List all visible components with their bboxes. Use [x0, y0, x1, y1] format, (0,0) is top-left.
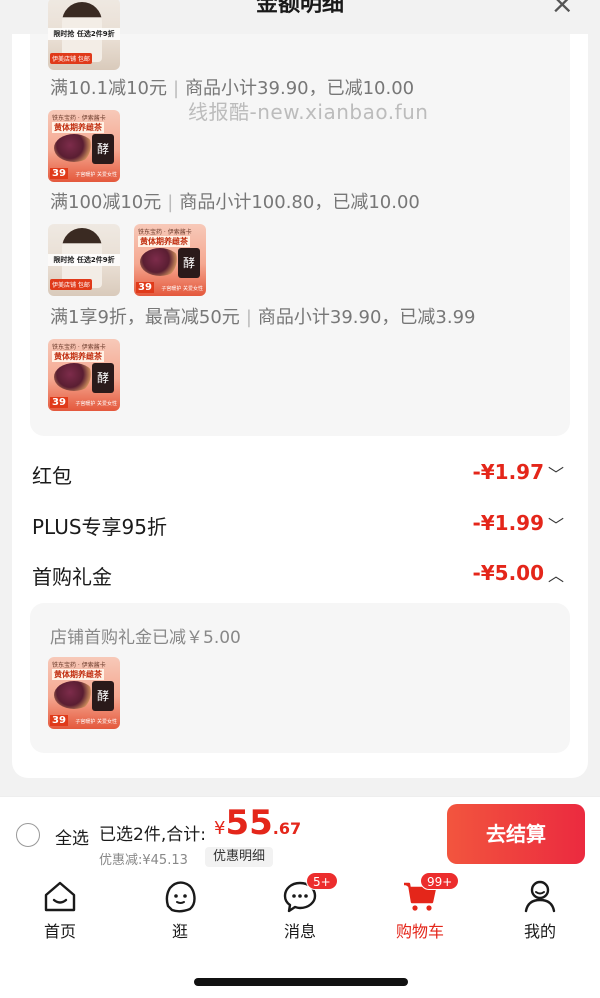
- row-amount: -¥1.99: [472, 511, 544, 535]
- row-amount: -¥1.97: [472, 460, 544, 484]
- amount-detail-panel: 限时抢 任选2件9折 伊美店铺 包邮 满10.1减10元 | 商品小计39.90，已…: [12, 0, 588, 778]
- chevron-up-icon[interactable]: ︿: [548, 562, 564, 586]
- selected-count: 已选2件,合计:: [99, 825, 206, 845]
- tab-profile[interactable]: 我的: [480, 868, 600, 948]
- row-amount: -¥5.00: [472, 561, 544, 585]
- row-label: PLUS专享95折: [32, 515, 167, 539]
- tab-browse[interactable]: 逛: [120, 868, 240, 948]
- first-purchase-note: 店铺首购礼金已减￥5.00: [50, 628, 241, 648]
- product-thumbnail: 限时抢 任选2件9折 伊美店铺 包邮: [48, 224, 120, 296]
- promotion-box: 限时抢 任选2件9折 伊美店铺 包邮 满10.1减10元 | 商品小计39.90，已…: [30, 0, 570, 436]
- product-thumbnail: 铁东宝药 · 伊索酱卡 黄体期养雌茶 酵 39 子宫暖护 关爱女性: [48, 339, 120, 411]
- promotion-rule: 满100减10元 | 商品小计100.80，已减10.00: [50, 192, 420, 213]
- tab-cart[interactable]: 购物车 99+: [360, 868, 480, 948]
- tab-messages[interactable]: 消息 5+: [240, 868, 360, 948]
- total-price: ¥55.67: [214, 803, 302, 843]
- chevron-down-icon[interactable]: ﹀: [548, 512, 564, 536]
- browse-icon: [165, 881, 196, 913]
- product-thumbnail: 铁东宝药 · 伊索酱卡 黄体期养雌茶 酵 39 子宫暖护 关爱女性: [134, 224, 206, 296]
- promotion-rule: 满1享9折，最高减50元 | 商品小计39.90，已减3.99: [50, 307, 476, 328]
- chevron-down-icon[interactable]: ﹀: [548, 461, 564, 485]
- home-indicator: [194, 978, 408, 986]
- home-icon: [44, 881, 76, 912]
- close-icon[interactable]: ×: [551, 0, 574, 18]
- row-label: 红包: [32, 464, 72, 488]
- cart-badge: 99+: [420, 872, 460, 890]
- red-packet-row[interactable]: 红包 -¥1.97 ﹀: [32, 454, 568, 494]
- discount-total: 优惠减:¥45.13: [99, 853, 188, 868]
- discount-detail-button[interactable]: 优惠明细: [205, 847, 274, 867]
- profile-icon: [524, 880, 556, 913]
- select-all-checkbox[interactable]: [16, 823, 40, 847]
- product-thumbnail: 铁东宝药 · 伊索酱卡 黄体期养雌茶 酵 39 子宫暖护 关爱女性: [48, 657, 120, 729]
- checkout-bar: 全选 已选2件,合计: ¥55.67 优惠减:¥45.13 优惠明细 去结算: [0, 796, 600, 868]
- watermark: 线报酷-new.xianbao.fun: [188, 100, 429, 124]
- product-thumbnail: 限时抢 任选2件9折 伊美店铺 包邮: [48, 0, 120, 70]
- message-badge: 5+: [306, 872, 338, 890]
- checkout-button[interactable]: 去结算: [447, 804, 585, 864]
- row-label: 首购礼金: [32, 565, 112, 589]
- plus-discount-row[interactable]: PLUS专享95折 -¥1.99 ﹀: [32, 505, 568, 545]
- first-purchase-box: 店铺首购礼金已减￥5.00 铁东宝药 · 伊索酱卡 黄体期养雌茶 酵 39 子宫…: [30, 603, 570, 753]
- product-thumbnail: 铁东宝药 · 伊索酱卡 黄体期养雌茶 酵 39 子宫暖护 关爱女性: [48, 110, 120, 182]
- first-purchase-row[interactable]: 首购礼金 -¥5.00 ︿: [32, 555, 568, 595]
- tab-home[interactable]: 首页: [0, 868, 120, 948]
- select-all-label[interactable]: 全选: [55, 824, 89, 849]
